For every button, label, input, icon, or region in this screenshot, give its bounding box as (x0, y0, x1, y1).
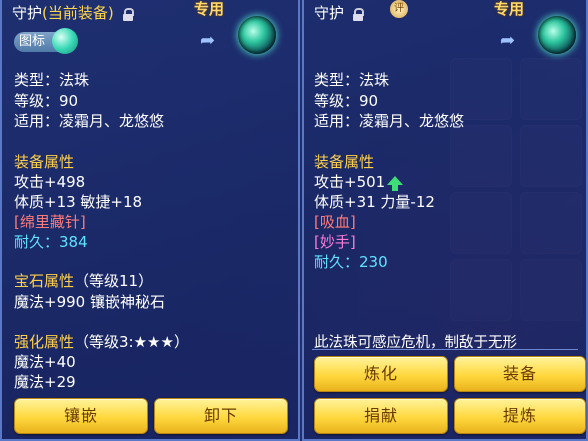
lock-icon[interactable] (122, 7, 134, 21)
equip-button[interactable]: 装备 (454, 356, 586, 392)
item-applies: 适用：凌霜月、龙悠悠 (314, 112, 465, 130)
enhance-title: 强化属性 (14, 333, 75, 351)
special-effect-2: [妙手] (314, 233, 356, 251)
item-level: 等级：90 (314, 92, 379, 110)
attribute-stats: 体质+31 力量-12 (314, 193, 435, 211)
gem-attr-heading: 宝石属性（等级11） (14, 270, 153, 291)
special-effect-1: [吸血] (314, 213, 356, 231)
orb-item-icon (238, 16, 276, 54)
attack-stat: 攻击+501 (314, 173, 386, 191)
gem-attr-level: （等级11） (74, 272, 154, 290)
lock-icon[interactable] (352, 7, 364, 21)
durability: 耐久：230 (314, 253, 388, 271)
share-icon[interactable]: ➦ (500, 32, 522, 50)
item-type: 类型：法珠 (14, 71, 90, 89)
enhance-level: （等级3:★★★） (74, 333, 189, 351)
icon-toggle-label: 图标 (19, 34, 46, 49)
attribute-stats: 体质+13 敏捷+18 (14, 193, 143, 211)
extract-button[interactable]: 提炼 (454, 398, 586, 434)
special-effect: [绵里藏针] (14, 213, 86, 231)
share-icon[interactable]: ➦ (200, 32, 222, 50)
exclusive-label: 专用 (494, 0, 525, 18)
refine-button[interactable]: 炼化 (314, 356, 448, 392)
item-detail-panel: 守护 评 专用 ➦ 类型：法珠 等级：90 适用：凌霜月、龙悠悠 装备属性 攻击… (302, 0, 588, 441)
current-equipped-label: (当前装备) (42, 4, 114, 22)
description-divider (312, 349, 578, 350)
donate-button[interactable]: 捐献 (314, 398, 448, 434)
gem-attr-title: 宝石属性 (14, 272, 75, 290)
gem-attr-value: 魔法+990 镶嵌神秘石 (14, 293, 165, 311)
enhance-heading: 强化属性（等级3:★★★） (14, 331, 189, 352)
right-header: 守护 (314, 2, 364, 23)
left-header: 守护(当前装备) (12, 2, 134, 23)
orb-item-icon (538, 16, 576, 54)
item-applies: 适用：凌霜月、龙悠悠 (14, 112, 165, 130)
unequip-button[interactable]: 卸下 (154, 398, 288, 434)
enhance-stat-2: 魔法+29 (14, 373, 76, 391)
inlay-button[interactable]: 镶嵌 (14, 398, 148, 434)
up-arrow-icon (387, 176, 404, 191)
attack-row: 攻击+501 (314, 171, 404, 192)
current-equipment-panel: 守护(当前装备) 专用 ➦ 图标 类型：法珠 等级：90 适用：凌霜月、龙悠悠 … (0, 0, 300, 441)
enhance-stat-1: 魔法+40 (14, 353, 76, 371)
exclusive-label: 专用 (194, 0, 225, 18)
rating-seal-icon[interactable]: 评 (390, 0, 408, 18)
durability: 耐久：384 (14, 233, 88, 251)
equip-attr-title: 装备属性 (314, 153, 375, 171)
attack-stat: 攻击+498 (14, 173, 86, 191)
item-type: 类型：法珠 (314, 71, 390, 89)
left-slot-label: 守护 (12, 4, 43, 22)
item-level: 等级：90 (14, 92, 79, 110)
equip-attr-title: 装备属性 (14, 153, 75, 171)
gem-icon (52, 28, 78, 54)
right-slot-label: 守护 (314, 4, 345, 22)
